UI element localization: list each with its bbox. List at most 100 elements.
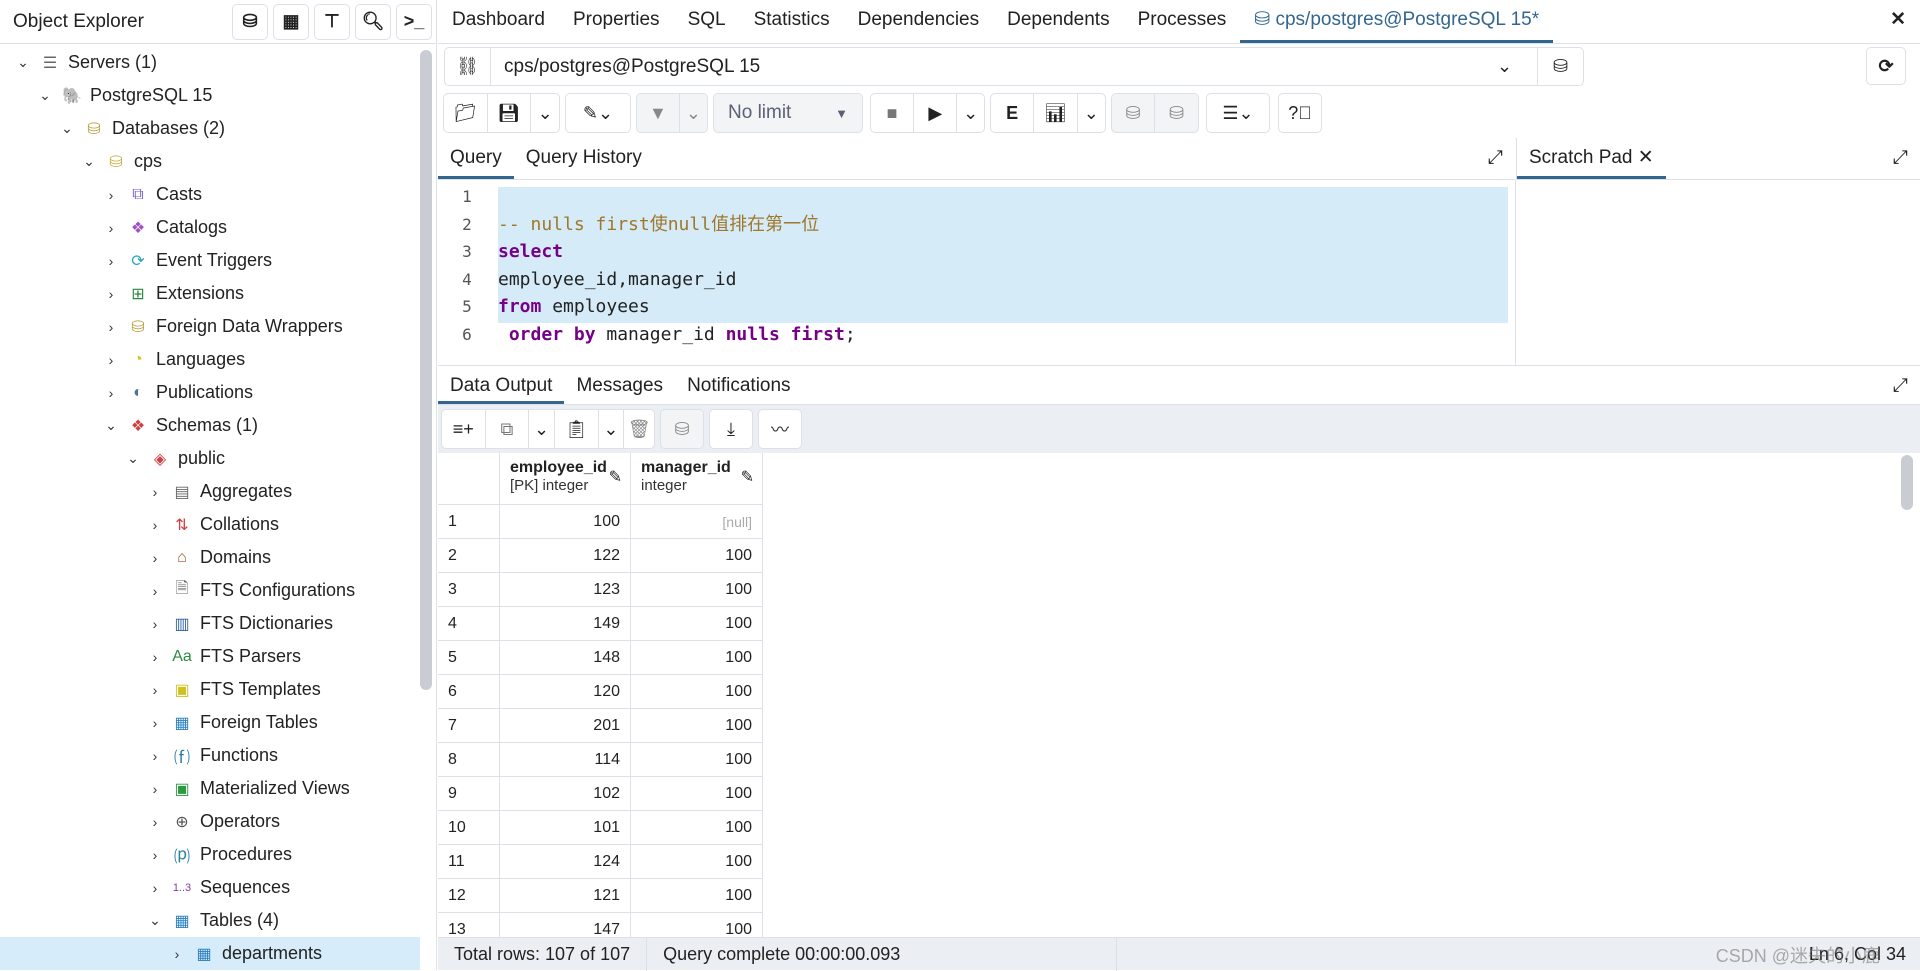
tab-sql[interactable]: SQL xyxy=(674,0,740,43)
search-icon[interactable]: 🔍︎ xyxy=(355,3,391,40)
table-cell[interactable]: 123 xyxy=(500,573,631,607)
explain-chevron-icon[interactable]: ⌄ xyxy=(1078,94,1106,132)
chevron-right-icon[interactable]: › xyxy=(102,319,120,335)
refresh-icon[interactable]: ⟳ xyxy=(1866,47,1906,85)
tab-dashboard[interactable]: Dashboard xyxy=(438,0,559,43)
table-cell[interactable]: [null] xyxy=(631,505,763,539)
tree-item[interactable]: › ⌂ Domains xyxy=(0,541,420,574)
row-number[interactable]: 11 xyxy=(438,845,500,879)
chevron-down-icon[interactable]: ⌄ xyxy=(36,87,54,104)
row-number[interactable]: 9 xyxy=(438,777,500,811)
chevron-right-icon[interactable]: › xyxy=(168,946,186,962)
commit-icon[interactable]: ⛁ xyxy=(1112,94,1156,132)
explain-icon[interactable]: E xyxy=(991,94,1035,132)
table-cell[interactable]: 149 xyxy=(500,607,631,641)
filter-icon[interactable]: ▼ xyxy=(637,94,680,132)
tree-item[interactable]: › ❖ Catalogs xyxy=(0,211,420,244)
download-button[interactable]: ⤓ xyxy=(709,409,753,449)
tree-scrollbar[interactable] xyxy=(420,50,432,690)
chevron-right-icon[interactable]: › xyxy=(146,583,164,599)
delete-icon[interactable]: 🗑︎ xyxy=(624,410,654,448)
tab-dependencies[interactable]: Dependencies xyxy=(844,0,993,43)
save-icon[interactable]: 💾︎ xyxy=(488,94,532,132)
row-number[interactable]: 4 xyxy=(438,607,500,641)
tab-query-tool[interactable]: ⛁ cps/postgres@PostgreSQL 15* xyxy=(1240,0,1554,43)
connection-selector[interactable]: ⛓ cps/postgres@PostgreSQL 15 ⌄ ⛁ xyxy=(444,47,1584,86)
connection-status-icon[interactable]: ⛓ xyxy=(445,48,491,85)
chevron-right-icon[interactable]: › xyxy=(102,286,120,302)
tree-item[interactable]: › ⊕ Operators xyxy=(0,805,420,838)
chevron-down-icon[interactable]: ⌄ xyxy=(146,912,164,929)
open-file-icon[interactable]: 📁︎ xyxy=(444,94,488,132)
chevron-right-icon[interactable]: › xyxy=(146,517,164,533)
tree-item[interactable]: › ⊞ Extensions xyxy=(0,277,420,310)
tab-properties[interactable]: Properties xyxy=(559,0,674,43)
chevron-right-icon[interactable]: › xyxy=(146,484,164,500)
table-cell[interactable]: 100 xyxy=(631,879,763,913)
tab-notifications[interactable]: Notifications xyxy=(675,366,803,404)
chevron-down-icon[interactable]: ⌄ xyxy=(14,54,32,71)
close-icon[interactable]: ✕ xyxy=(1638,147,1654,168)
tree-item[interactable]: ⌄ ☰ Servers (1) xyxy=(0,46,420,79)
tab-scratch-pad[interactable]: Scratch Pad ✕ xyxy=(1517,138,1666,179)
tree-item[interactable]: › ▣ Materialized Views xyxy=(0,772,420,805)
copy-icon[interactable]: ⧉ xyxy=(486,410,530,448)
chevron-right-icon[interactable]: › xyxy=(146,748,164,764)
filter-chevron-icon[interactable]: ⌄ xyxy=(680,94,707,132)
close-tab-icon[interactable]: ✕ xyxy=(1876,0,1920,43)
table-cell[interactable]: 100 xyxy=(631,709,763,743)
tab-query-history[interactable]: Query History xyxy=(514,138,654,179)
stop-icon[interactable]: ■ xyxy=(871,94,915,132)
tab-statistics[interactable]: Statistics xyxy=(740,0,844,43)
tree-item[interactable]: › 🗎 FTS Configurations xyxy=(0,574,420,607)
row-header-corner[interactable] xyxy=(438,453,500,505)
row-number[interactable]: 12 xyxy=(438,879,500,913)
table-cell[interactable]: 100 xyxy=(631,607,763,641)
execute-icon[interactable]: ▶ xyxy=(914,94,958,132)
graph-button[interactable]: 〰 xyxy=(758,409,802,449)
row-number[interactable]: 10 xyxy=(438,811,500,845)
maximize-icon[interactable]: ⤢ xyxy=(1476,138,1515,179)
add-row-icon[interactable]: ≡+ xyxy=(442,410,486,448)
tree-item[interactable]: › ▣ FTS Templates xyxy=(0,673,420,706)
table-cell[interactable]: 147 xyxy=(500,913,631,937)
tree-item[interactable]: › ▥ FTS Dictionaries xyxy=(0,607,420,640)
tree-item[interactable]: › ⛁ Foreign Data Wrappers xyxy=(0,310,420,343)
row-number[interactable]: 5 xyxy=(438,641,500,675)
save-chevron-icon[interactable]: ⌄ xyxy=(531,94,559,132)
table-cell[interactable]: 100 xyxy=(631,675,763,709)
row-number[interactable]: 2 xyxy=(438,539,500,573)
row-number[interactable]: 6 xyxy=(438,675,500,709)
tree-item[interactable]: › ⒫ Procedures xyxy=(0,838,420,871)
tab-data-output[interactable]: Data Output xyxy=(438,366,565,404)
tree-item[interactable]: ⌄ ❖ Schemas (1) xyxy=(0,409,420,442)
table-cell[interactable]: 100 xyxy=(631,539,763,573)
chevron-right-icon[interactable]: › xyxy=(146,814,164,830)
table-cell[interactable]: 120 xyxy=(500,675,631,709)
maximize-icon[interactable]: ⤢ xyxy=(1881,138,1920,179)
tree-item[interactable]: › ⧉ Casts xyxy=(0,178,420,211)
new-connection-icon[interactable]: ⛁ xyxy=(1537,48,1583,85)
table-cell[interactable]: 100 xyxy=(631,913,763,937)
filtered-rows-icon[interactable]: ⊤ xyxy=(314,3,350,40)
chevron-right-icon[interactable]: › xyxy=(102,220,120,236)
execute-chevron-icon[interactable]: ⌄ xyxy=(957,94,984,132)
chevron-right-icon[interactable]: › xyxy=(146,880,164,896)
chevron-right-icon[interactable]: › xyxy=(102,187,120,203)
table-cell[interactable]: 101 xyxy=(500,811,631,845)
copy-chevron-icon[interactable]: ⌄ xyxy=(529,410,555,448)
tab-processes[interactable]: Processes xyxy=(1124,0,1241,43)
table-cell[interactable]: 100 xyxy=(631,777,763,811)
sql-editor[interactable]: 1 2 -- nulls first使null值排在第一位 3 select 4 emplo… xyxy=(438,181,1515,364)
tree-item[interactable]: › ⟳ Event Triggers xyxy=(0,244,420,277)
row-number[interactable]: 7 xyxy=(438,709,500,743)
table-cell[interactable]: 121 xyxy=(500,879,631,913)
chevron-down-icon[interactable]: ⌄ xyxy=(80,153,98,170)
view-data-icon[interactable]: ▦ xyxy=(273,3,309,40)
table-cell[interactable]: 100 xyxy=(631,811,763,845)
psql-tool-icon[interactable]: >_ xyxy=(396,3,432,40)
row-number[interactable]: 8 xyxy=(438,743,500,777)
tree-item[interactable]: › ⒡ Functions xyxy=(0,739,420,772)
limit-select[interactable]: No limit ▼ xyxy=(713,93,863,133)
row-number[interactable]: 13 xyxy=(438,913,500,937)
